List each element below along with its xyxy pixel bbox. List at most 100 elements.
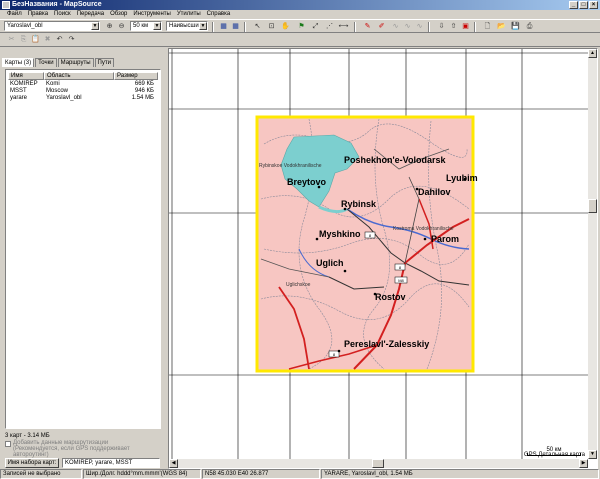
app-icon — [2, 1, 10, 9]
status-coordinates: N58 45.030 E40 26.877 — [202, 469, 320, 479]
column-header-size[interactable]: Размер — [114, 72, 158, 80]
map-view[interactable]: 8 8 M8 8 Poshekhon'e-Volodarsk Breytovo … — [168, 48, 598, 469]
erase-icon[interactable]: ✐ — [376, 21, 387, 32]
mapset-name-field[interactable]: KOMIREP, yarare, MSST — [62, 458, 160, 468]
waypoint-tool-icon[interactable]: ⚑ — [296, 21, 307, 32]
copy-icon: ⎘ — [20, 36, 27, 43]
save-file-icon[interactable]: 💾 — [510, 21, 521, 32]
vertical-scrollbar[interactable]: ▲ ▼ — [588, 49, 597, 459]
main-toolbar: Yaroslavl_obl ▼ ⊕ ⊖ 50 км ▼ Наивысший ▼ … — [0, 19, 600, 33]
menu-bar: Файл Правка Поиск Передача Обзор Инструм… — [0, 10, 600, 19]
hand-tool-icon[interactable]: ✋ — [280, 21, 291, 32]
map-products-all-icon[interactable]: ▦ — [230, 21, 241, 32]
status-bar: Записей не выбрано Шир./Долг. hddd°mm.mm… — [0, 469, 600, 479]
zoom-out-icon[interactable]: ⊖ — [116, 21, 127, 32]
dropdown-arrow-icon[interactable]: ▼ — [91, 22, 99, 30]
list-item[interactable]: MSST Moscow 946 КБ — [8, 88, 158, 95]
city-label: Pereslavl'-Zalesskiy — [344, 339, 429, 349]
menu-utilities[interactable]: Утилиты — [174, 10, 204, 19]
vertical-scroll-thumb[interactable] — [588, 199, 597, 213]
status-coord-format: Шир./Долг. hddd°mm.mmm'(WGS 84) — [83, 469, 201, 479]
map-name: MSST — [10, 88, 27, 94]
city-label: Uglich — [316, 258, 344, 268]
status-selection: Записей не выбрано — [0, 469, 82, 479]
scroll-left-icon[interactable]: ◀ — [169, 459, 178, 468]
city-label: Poshekhon'e-Volodarsk — [344, 155, 446, 165]
map-type-label: GPS Детальная карта — [523, 452, 585, 458]
distance-tool-icon[interactable]: ⟷ — [338, 21, 349, 32]
receive-from-device-icon[interactable]: ⇩ — [436, 21, 447, 32]
gps-device-icon[interactable]: ▣ — [460, 21, 471, 32]
panel-tabs: Карты (3) Точки Маршруты Пути — [2, 58, 115, 67]
paste-icon: 📋 — [31, 36, 40, 43]
map-size: 1.54 МБ — [131, 95, 154, 101]
status-map-info: YARARE, Yaroslavl_obl, 1.54 МБ — [321, 469, 599, 479]
minimize-button[interactable]: _ — [569, 1, 578, 9]
column-header-region[interactable]: Область — [44, 72, 114, 80]
tab-routes[interactable]: Маршруты — [57, 58, 94, 67]
menu-transfer[interactable]: Передача — [74, 10, 107, 19]
maps-list[interactable]: Имя Область Размер KOMIREP Komi 669 КБ M… — [5, 69, 161, 429]
map-name: KOMIREP — [10, 81, 38, 87]
zoom-in-icon[interactable]: ⊕ — [104, 21, 115, 32]
close-button[interactable]: × — [589, 1, 598, 9]
map-products-icon[interactable]: ▦ — [218, 21, 229, 32]
city-label: Myshkino — [319, 229, 361, 239]
water-label: Kostroma Vodokhranilische — [393, 226, 454, 232]
dropdown-arrow-icon[interactable]: ▼ — [153, 22, 161, 30]
map-region: Komi — [46, 81, 60, 87]
map-select-dropdown[interactable]: Yaroslavl_obl ▼ — [4, 21, 100, 31]
send-to-device-icon[interactable]: ⇧ — [448, 21, 459, 32]
zoom-level-dropdown[interactable]: 50 км ▼ — [130, 21, 162, 31]
new-file-icon[interactable]: 🗋 — [482, 21, 493, 32]
delete-icon: ✖ — [44, 36, 51, 43]
list-item[interactable]: yarare Yaroslavl_obl 1.54 МБ — [8, 95, 158, 102]
detail-level-dropdown[interactable]: Наивысший ▼ — [166, 21, 208, 31]
detail-level-value: Наивысший — [169, 23, 203, 29]
map-name: yarare — [10, 95, 28, 101]
scroll-right-icon[interactable]: ▶ — [579, 459, 588, 468]
map-select-value: Yaroslavl_obl — [7, 23, 43, 29]
redo-icon[interactable]: ↷ — [66, 34, 77, 45]
track-tool-icon[interactable]: ⋰ — [324, 21, 335, 32]
column-header-name[interactable]: Имя — [8, 72, 44, 80]
routing-checkbox-row: Добавить данные маршрутизации (Рекоменду… — [5, 440, 161, 458]
disabled-tool-2-icon: ∿ — [404, 23, 411, 30]
menu-search[interactable]: Поиск — [51, 10, 74, 19]
tab-maps[interactable]: Карты (3) — [2, 58, 35, 67]
horizontal-scrollbar[interactable]: ◀ ▶ — [169, 459, 588, 468]
title-bar: БезНазвания - MapSource _ □ × — [0, 0, 600, 10]
zoom-level-value: 50 км — [133, 23, 149, 29]
cut-icon: ✂ — [8, 36, 15, 43]
zoom-tool-icon[interactable]: ⊡ — [266, 21, 277, 32]
menu-help[interactable]: Справка — [204, 10, 234, 19]
road-number-label: M8 — [398, 278, 404, 283]
pointer-tool-icon[interactable]: ↖ — [252, 21, 263, 32]
routing-checkbox[interactable] — [5, 441, 11, 447]
scroll-down-icon[interactable]: ▼ — [588, 450, 597, 459]
menu-view[interactable]: Обзор — [107, 10, 130, 19]
scroll-up-icon[interactable]: ▲ — [588, 49, 597, 58]
print-icon[interactable]: ⎙ — [524, 21, 535, 32]
maximize-button[interactable]: □ — [579, 1, 588, 9]
undo-icon[interactable]: ↶ — [54, 34, 65, 45]
horizontal-scroll-thumb[interactable] — [372, 459, 384, 468]
water-label: Rybinskoe Vodokhranilische — [259, 163, 322, 169]
city-label: Lyubim — [446, 173, 478, 183]
left-panel: Карты (3) Точки Маршруты Пути Имя Област… — [0, 48, 166, 469]
mapset-name-button[interactable]: Имя набора карт: — [5, 458, 59, 468]
map-canvas[interactable]: 8 8 M8 8 Poshekhon'e-Volodarsk Breytovo … — [169, 49, 588, 459]
open-file-icon[interactable]: 📂 — [496, 21, 507, 32]
find-icon[interactable]: ✎ — [362, 21, 373, 32]
dropdown-arrow-icon[interactable]: ▼ — [199, 22, 207, 30]
list-item[interactable]: KOMIREP Komi 669 КБ — [8, 81, 158, 88]
maps-summary: 3 карт - 3.14 МБ — [5, 433, 50, 439]
tab-tracks[interactable]: Пути — [94, 58, 114, 67]
map-region: Moscow — [46, 88, 69, 94]
menu-tools[interactable]: Инструменты — [130, 10, 173, 19]
tab-waypoints[interactable]: Точки — [35, 58, 57, 67]
menu-file[interactable]: Файл — [4, 10, 25, 19]
menu-edit[interactable]: Правка — [25, 10, 51, 19]
list-header: Имя Область Размер — [8, 72, 158, 80]
route-tool-icon[interactable]: ⤢ — [310, 21, 321, 32]
